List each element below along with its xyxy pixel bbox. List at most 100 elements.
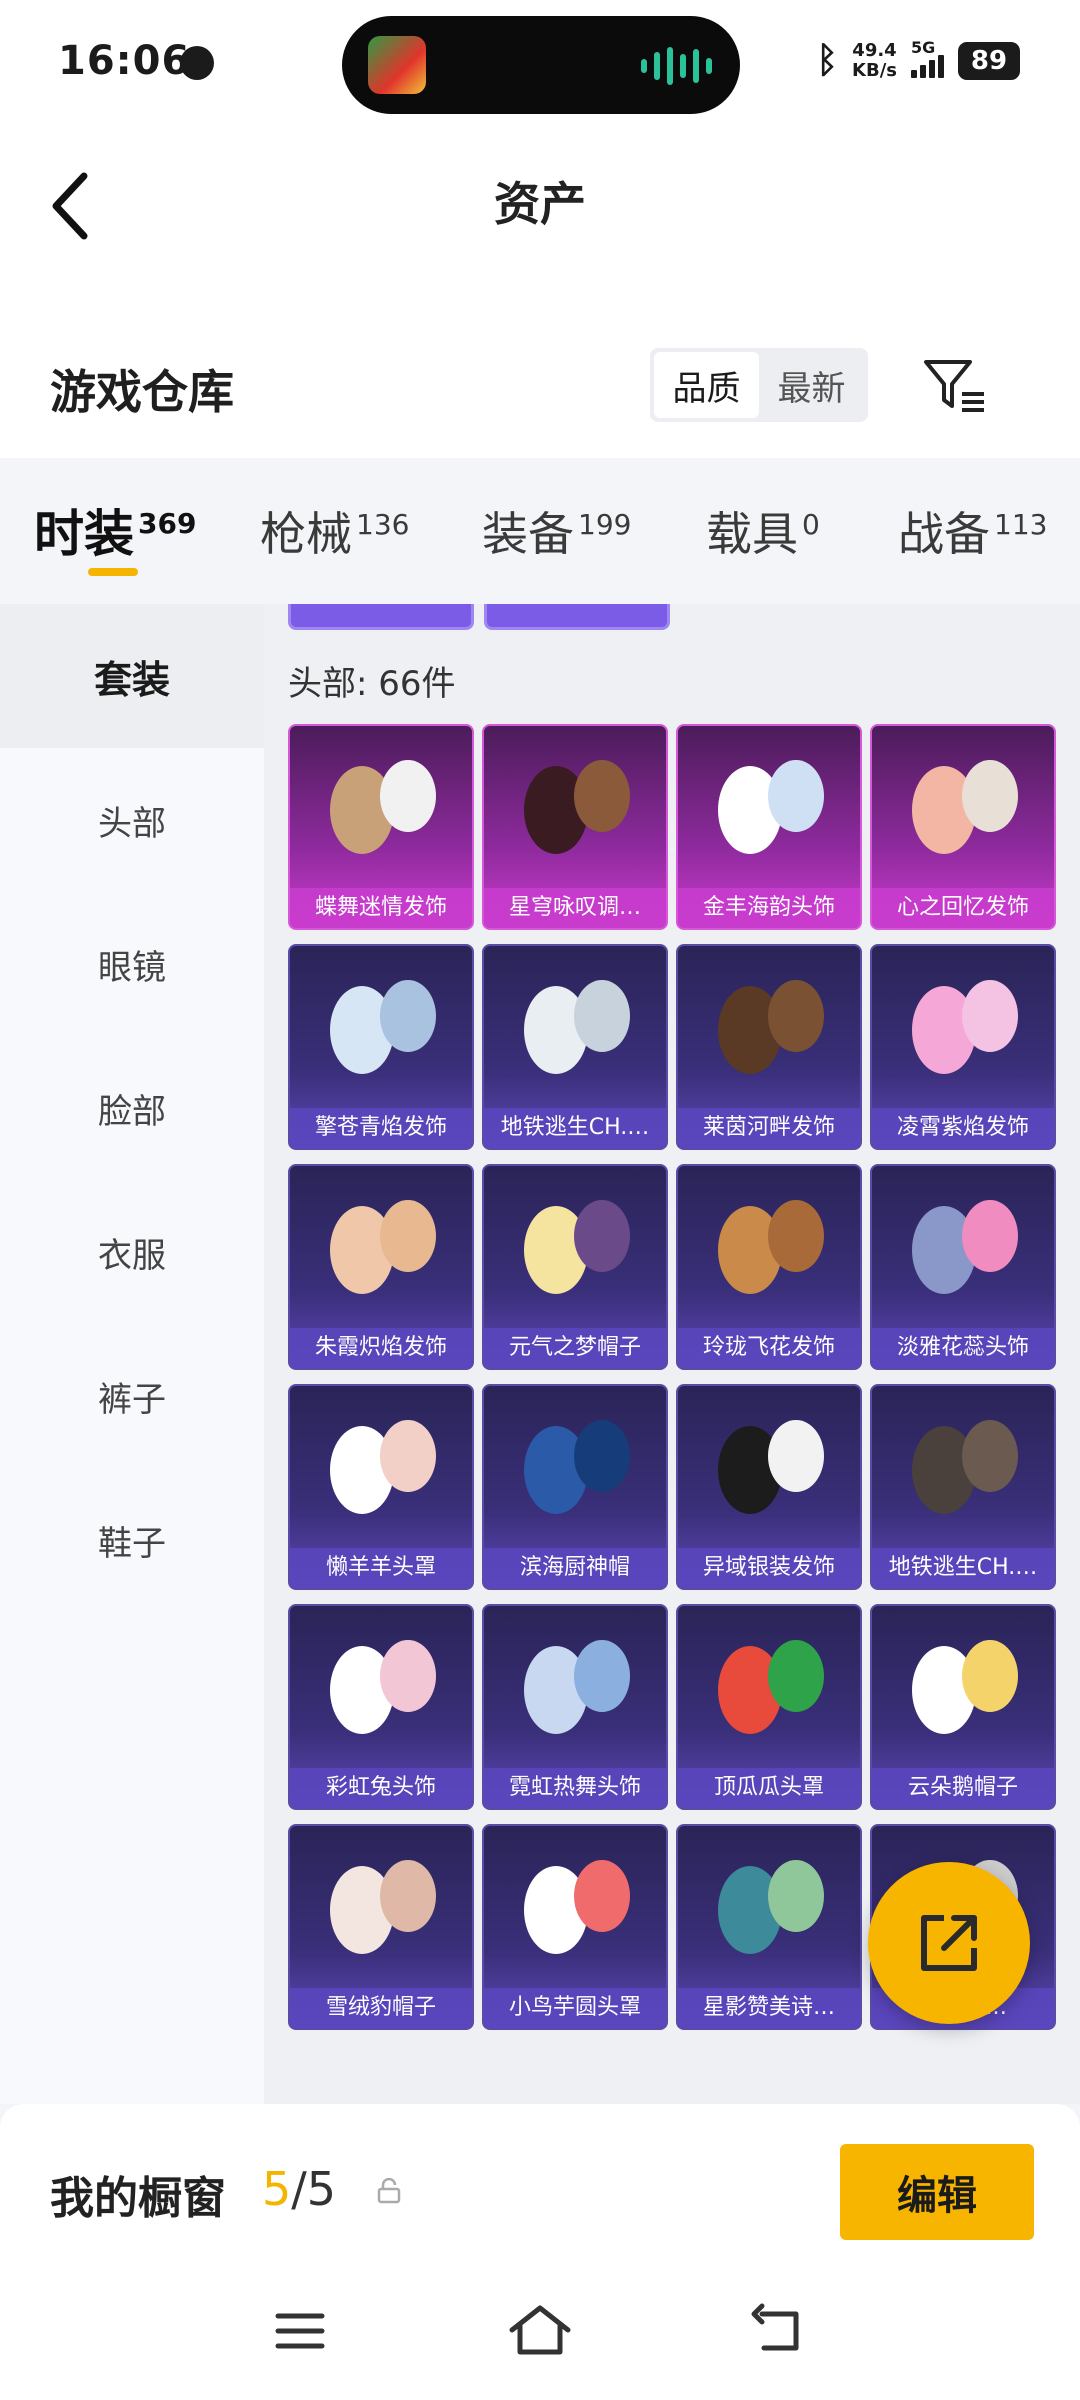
sidebar-item-pants[interactable]: 裤子 (0, 1324, 264, 1468)
item-thumbnail (524, 1640, 630, 1734)
item-thumbnail (718, 1200, 824, 1294)
item-name: 顶瓜瓜头罩 (678, 1768, 860, 1808)
tab-label: 装备 (482, 507, 574, 561)
item-thumbnail (912, 1640, 1018, 1734)
item-thumbnail (330, 980, 436, 1074)
item-card[interactable]: 心之回忆发饰 (870, 724, 1056, 930)
item-name: 元气之梦帽子 (484, 1328, 666, 1368)
lock-icon (377, 2178, 401, 2204)
signal-icon: 5G (911, 38, 944, 78)
item-card[interactable]: 朱霞炽焰发饰 (288, 1164, 474, 1370)
tab-fashion[interactable]: 时装 369 (34, 494, 196, 566)
item-name: 云朵鹅帽子 (872, 1768, 1054, 1808)
suit-chip[interactable] (288, 604, 474, 630)
system-nav-bar (0, 2274, 1080, 2400)
dynamic-island[interactable] (342, 16, 740, 114)
tab-count: 136 (356, 507, 410, 541)
sidebar-item-clothes[interactable]: 衣服 (0, 1180, 264, 1324)
item-thumbnail (330, 1200, 436, 1294)
item-thumbnail (718, 1640, 824, 1734)
item-card[interactable]: 顶瓜瓜头罩 (676, 1604, 862, 1810)
item-name: 小鸟芋圆头罩 (484, 1988, 666, 2028)
item-card[interactable]: 莱茵河畔发饰 (676, 944, 862, 1150)
item-card[interactable]: 凌霄紫焰发饰 (870, 944, 1056, 1150)
sidebar-item-glasses[interactable]: 眼镜 (0, 892, 264, 1036)
tab-count: 113 (994, 507, 1048, 541)
sidebar-item-head[interactable]: 头部 (0, 748, 264, 892)
item-card[interactable]: 懒羊羊头罩 (288, 1384, 474, 1590)
tab-guns[interactable]: 枪械 136 (260, 498, 409, 564)
item-card[interactable]: 霓虹热舞头饰 (482, 1604, 668, 1810)
item-thumbnail (330, 1420, 436, 1514)
item-card[interactable]: 地铁逃生CH.… (482, 944, 668, 1150)
item-card[interactable]: 彩虹兔头饰 (288, 1604, 474, 1810)
tab-label: 战备 (898, 507, 990, 561)
item-name: 懒羊羊头罩 (290, 1548, 472, 1588)
item-card[interactable]: 小鸟芋圆头罩 (482, 1824, 668, 2030)
page-title: 资产 (494, 177, 586, 231)
item-card[interactable]: 滨海厨神帽 (482, 1384, 668, 1590)
warehouse-bar: 游戏仓库 品质 最新 (0, 328, 1080, 458)
net-speed: 49.4 KB/s (852, 39, 897, 81)
item-card[interactable]: 蝶舞迷情发饰 (288, 724, 474, 930)
share-external-icon (921, 1915, 977, 1971)
tab-count: 0 (802, 507, 820, 541)
showcase-label: 我的橱窗 (50, 2173, 226, 2224)
item-card[interactable]: 擎苍青焰发饰 (288, 944, 474, 1150)
item-card[interactable]: 雪绒豹帽子 (288, 1824, 474, 2030)
item-card[interactable]: 淡雅花蕊头饰 (870, 1164, 1056, 1370)
bluetooth-icon: ᛒ (816, 40, 839, 81)
item-card[interactable]: 星穹咏叹调… (482, 724, 668, 930)
item-name: 淡雅花蕊头饰 (872, 1328, 1054, 1368)
tab-label: 时装 (34, 505, 134, 563)
tab-label: 载具 (706, 507, 798, 561)
item-thumbnail (524, 760, 630, 854)
item-card[interactable]: 云朵鹅帽子 (870, 1604, 1056, 1810)
vpn-globe-icon (180, 46, 214, 80)
item-card[interactable]: 玲珑飞花发饰 (676, 1164, 862, 1370)
sidebar-item-face[interactable]: 脸部 (0, 1036, 264, 1180)
battery-icon: 89 (958, 41, 1020, 80)
item-thumbnail (718, 980, 824, 1074)
item-thumbnail (912, 760, 1018, 854)
tab-equipment[interactable]: 装备 199 (482, 498, 631, 564)
sidebar-item-suits[interactable]: 套装 (0, 604, 264, 748)
menu-icon[interactable] (260, 2296, 340, 2366)
sidebar: 套装 头部 眼镜 脸部 衣服 裤子 鞋子 (0, 604, 264, 2104)
item-thumbnail (524, 1420, 630, 1514)
item-card[interactable]: 星影赞美诗… (676, 1824, 862, 2030)
home-icon[interactable] (500, 2296, 580, 2366)
share-button[interactable] (868, 1862, 1030, 2024)
sidebar-item-shoes[interactable]: 鞋子 (0, 1468, 264, 1612)
tab-battle-prep[interactable]: 战备 113 (898, 498, 1047, 564)
item-thumbnail (718, 1860, 824, 1954)
suit-chip[interactable] (484, 604, 670, 630)
item-thumbnail (718, 760, 824, 854)
item-card[interactable]: 金丰海韵头饰 (676, 724, 862, 930)
item-card[interactable]: 元气之梦帽子 (482, 1164, 668, 1370)
net-speed-value: 49.4 (852, 39, 897, 61)
item-name: 地铁逃生CH.… (872, 1548, 1054, 1588)
tab-vehicles[interactable]: 载具 0 (706, 498, 820, 564)
showcase-count: 5/5 (262, 2162, 336, 2216)
item-grid: 蝶舞迷情发饰 星穹咏叹调… 金丰海韵头饰 心之回忆发饰 擎苍青焰发饰 地铁逃生CH.… 莱茵… (288, 724, 1056, 2030)
music-app-icon (368, 36, 426, 94)
item-name: 心之回忆发饰 (872, 888, 1054, 928)
back-nav-icon[interactable] (740, 2296, 820, 2366)
item-thumbnail (330, 760, 436, 854)
item-name: 蝶舞迷情发饰 (290, 888, 472, 928)
status-time: 16:06 (58, 38, 191, 84)
sort-quality-button[interactable]: 品质 (654, 352, 759, 418)
scrolled-suit-chips (288, 604, 670, 630)
audio-wave-icon (641, 46, 712, 86)
item-card[interactable]: 异域银装发饰 (676, 1384, 862, 1590)
item-name: 朱霞炽焰发饰 (290, 1328, 472, 1368)
item-name: 金丰海韵头饰 (678, 888, 860, 928)
status-bar: 16:06 ᛒ 49.4 KB/s 5G 89 (0, 0, 1080, 128)
item-card[interactable]: 地铁逃生CH.… (870, 1384, 1056, 1590)
edit-button[interactable]: 编辑 (840, 2144, 1034, 2240)
filter-icon[interactable] (922, 356, 988, 416)
status-icons: ᛒ 49.4 KB/s 5G 89 (816, 38, 1020, 81)
item-count: 头部: 66件 (288, 664, 456, 704)
sort-newest-button[interactable]: 最新 (759, 352, 864, 418)
